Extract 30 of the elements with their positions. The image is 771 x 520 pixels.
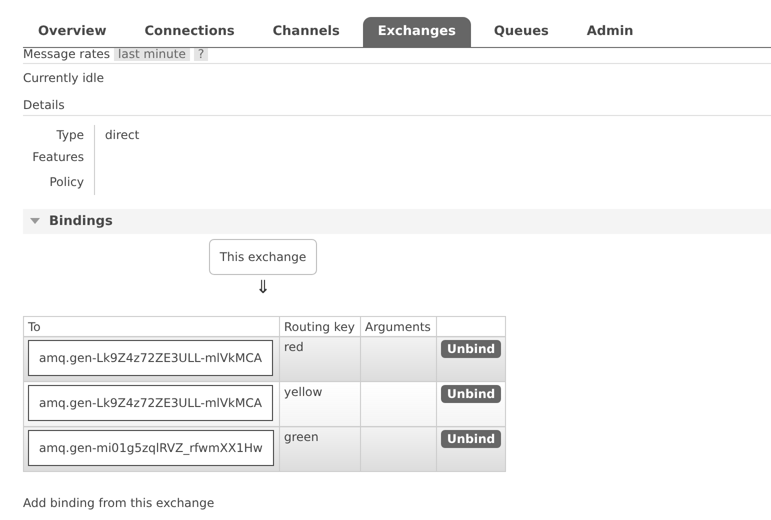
field-label: Type — [56, 128, 84, 142]
status-text: Currently idle — [23, 70, 105, 86]
nav-tab[interactable]: Queues — [478, 17, 564, 47]
period-selector[interactable]: last minute — [114, 48, 190, 61]
queue-name[interactable]: amq.gen-mi01g5zqlRVZ_rfwmXX1Hw — [28, 430, 274, 466]
nav-tab[interactable]: Admin — [572, 17, 648, 47]
help-link[interactable]: ? — [194, 48, 208, 61]
queue-name[interactable]: amq.gen-Lk9Z4z72ZE3ULL-mlVkMCA — [28, 385, 273, 421]
column-header: Routing key — [280, 316, 360, 336]
section-heading: Add binding from this exchange — [23, 496, 216, 510]
routing-key-cell: yellow — [284, 385, 322, 399]
unbind-button[interactable]: Unbind — [441, 385, 502, 403]
nav-tab[interactable]: Exchanges — [362, 17, 471, 47]
field-label: Policy — [49, 175, 84, 189]
routing-key-cell: green — [284, 430, 319, 444]
down-arrow: ⇓ — [255, 278, 271, 298]
field-label: Features — [32, 150, 84, 164]
bindings-header[interactable]: Bindings — [23, 209, 771, 234]
nav-tab[interactable]: Connections — [130, 17, 250, 47]
routing-key-cell: red — [284, 340, 304, 354]
queue-name[interactable]: amq.gen-Lk9Z4z72ZE3ULL-mlVkMCA — [28, 340, 273, 376]
nav-tab[interactable]: Overview — [23, 17, 122, 47]
unbind-button[interactable]: Unbind — [441, 430, 502, 448]
field-value: direct — [105, 128, 140, 142]
source-node: This exchange — [208, 239, 318, 275]
unbind-button[interactable]: Unbind — [441, 340, 502, 358]
section-heading: Details — [23, 97, 771, 116]
rates-label: Message rates — [23, 48, 110, 61]
column-header: To — [24, 316, 280, 336]
nav-tab[interactable]: Channels — [258, 17, 355, 47]
